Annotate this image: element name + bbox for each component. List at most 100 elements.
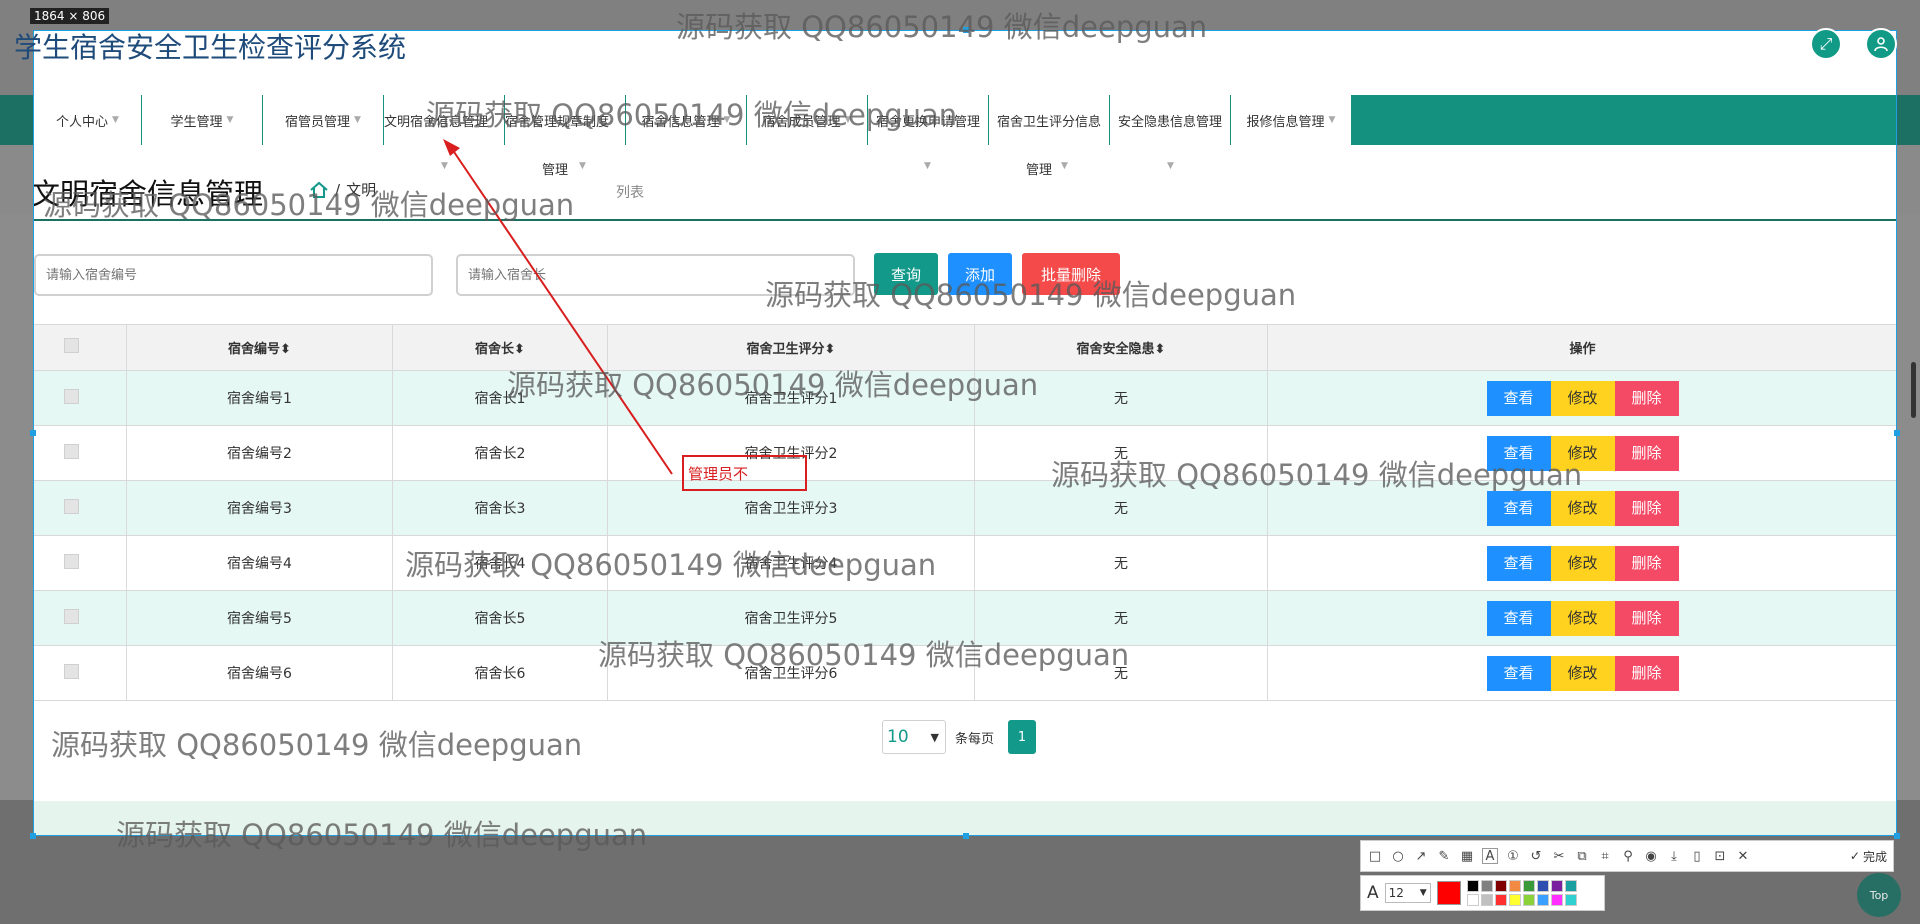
color-swatch[interactable]	[1550, 880, 1563, 892]
delete-button[interactable]: 删除	[1614, 490, 1679, 526]
row-checkbox[interactable]	[64, 553, 79, 569]
edit-button[interactable]: 修改	[1550, 380, 1615, 416]
delete-button[interactable]: 删除	[1614, 545, 1679, 581]
ocr-tool-icon[interactable]: ⧉	[1574, 848, 1590, 864]
arrow-tool-icon[interactable]: ↗	[1413, 848, 1429, 864]
user-icon[interactable]	[1865, 28, 1897, 60]
table-row: 宿舍编号3 宿舍长3 宿舍卫生评分3 无查看 修改 删除	[34, 480, 1896, 536]
view-button[interactable]: 查看	[1486, 490, 1551, 526]
page-size-select[interactable]: 10 ▼	[882, 720, 946, 754]
col-dorm-no[interactable]: 宿舍编号⬍	[126, 324, 393, 371]
delete-button[interactable]: 删除	[1614, 435, 1679, 471]
current-color-swatch[interactable]	[1436, 881, 1461, 905]
download-icon[interactable]: ⤓	[1666, 848, 1682, 864]
color-swatch[interactable]	[1522, 894, 1535, 906]
color-swatch[interactable]	[1564, 880, 1577, 892]
edit-button[interactable]: 修改	[1550, 490, 1615, 526]
view-button[interactable]: 查看	[1486, 655, 1551, 691]
rectangle-tool-icon[interactable]: □	[1367, 848, 1383, 864]
number-tool-icon[interactable]: ①	[1505, 848, 1521, 864]
color-swatch[interactable]	[1480, 894, 1493, 906]
edit-button[interactable]: 修改	[1550, 655, 1615, 691]
mosaic-tool-icon[interactable]: ▦	[1459, 848, 1475, 864]
resize-handle[interactable]	[963, 27, 969, 33]
color-swatch[interactable]	[1494, 880, 1507, 892]
col-safety-hazard[interactable]: 宿舍安全隐患⬍	[974, 324, 1268, 371]
color-swatch[interactable]	[1522, 880, 1535, 892]
col-hygiene-score[interactable]: 宿舍卫生评分⬍	[607, 324, 975, 371]
delete-button[interactable]: 删除	[1614, 380, 1679, 416]
resize-handle[interactable]	[1894, 430, 1900, 436]
delete-button[interactable]: 删除	[1614, 655, 1679, 691]
row-checkbox[interactable]	[64, 388, 79, 404]
font-size-select[interactable]: 12 ▼	[1384, 883, 1431, 903]
edit-button[interactable]: 修改	[1550, 545, 1615, 581]
color-swatch[interactable]	[1508, 894, 1521, 906]
nav-item-dorm-change[interactable]: 宿舍更换申请管理	[868, 95, 989, 145]
long-screenshot-icon[interactable]: ▯	[1689, 848, 1705, 864]
color-swatch[interactable]	[1536, 880, 1549, 892]
fullscreen-icon[interactable]: ⤢	[1810, 28, 1842, 60]
close-icon[interactable]: ✕	[1735, 848, 1751, 864]
home-icon[interactable]	[309, 180, 329, 200]
text-tool-icon[interactable]: A	[1482, 848, 1498, 864]
capture-region[interactable]: 个人中心 ▼ 学生管理 ▼ 宿管员管理 ▼ 文明宿舍信息管理 宿舍管理规章制度 宿舍信…	[33, 30, 1897, 836]
color-swatch[interactable]	[1466, 880, 1479, 892]
edit-button[interactable]: 修改	[1550, 600, 1615, 636]
nav-item-dorm-rules[interactable]: 宿舍管理规章制度	[505, 95, 626, 145]
delete-button[interactable]: 删除	[1614, 600, 1679, 636]
color-swatch[interactable]	[1508, 880, 1521, 892]
color-swatch[interactable]	[1480, 880, 1493, 892]
color-swatch[interactable]	[1536, 894, 1549, 906]
nav-item-dorm-info[interactable]: 宿舍信息管理 ▼	[626, 95, 747, 145]
done-button[interactable]: ✓ 完成	[1850, 848, 1887, 865]
view-button[interactable]: 查看	[1486, 545, 1551, 581]
pin-tool-icon[interactable]: ✂	[1551, 848, 1567, 864]
color-swatch[interactable]	[1550, 894, 1563, 906]
ellipse-tool-icon[interactable]: ○	[1390, 848, 1406, 864]
dorm-no-search-input[interactable]	[34, 254, 433, 296]
row-checkbox[interactable]	[64, 443, 79, 459]
bookmark-icon[interactable]: ⊡	[1712, 848, 1728, 864]
annotation-text-box[interactable]: 管理员不	[682, 455, 807, 491]
page-number-current[interactable]: 1	[1008, 720, 1036, 754]
color-swatch[interactable]	[1494, 894, 1507, 906]
scrollbar-thumb[interactable]	[1911, 362, 1916, 418]
edit-button[interactable]: 修改	[1550, 435, 1615, 471]
resize-handle[interactable]	[30, 430, 36, 436]
translate-tool-icon[interactable]: ⌗	[1597, 848, 1613, 864]
view-button[interactable]: 查看	[1486, 435, 1551, 471]
select-all-checkbox[interactable]	[64, 338, 79, 353]
nav-item-safety-hazards[interactable]: 安全隐患信息管理	[1110, 95, 1231, 145]
back-to-top-button[interactable]: Top	[1857, 873, 1901, 917]
resize-handle[interactable]	[30, 833, 36, 839]
row-checkbox[interactable]	[64, 608, 79, 624]
view-button[interactable]: 查看	[1486, 380, 1551, 416]
nav-item-civilized-dorms[interactable]: 文明宿舍信息管理	[384, 95, 505, 145]
nav-item-repairs[interactable]: 报修信息管理 ▼	[1231, 95, 1352, 145]
resize-handle[interactable]	[963, 833, 969, 839]
bulk-delete-button[interactable]: 批量删除	[1022, 253, 1120, 295]
color-swatch[interactable]	[1564, 894, 1577, 906]
avatar-icon	[1874, 37, 1888, 52]
nav-item-dorm-members[interactable]: 宿舍成员管理 ▼	[747, 95, 868, 145]
add-button[interactable]: 添加	[948, 253, 1012, 295]
record-icon[interactable]: ◉	[1643, 848, 1659, 864]
dorm-head-search-input[interactable]	[456, 254, 855, 296]
undo-icon[interactable]: ↺	[1528, 848, 1544, 864]
resize-handle[interactable]	[1894, 833, 1900, 839]
nav-item-dorm-managers[interactable]: 宿管员管理 ▼	[263, 95, 384, 145]
nav-item-personal-center[interactable]: 个人中心 ▼	[34, 95, 142, 145]
cell-actions: 查看 修改 删除	[1267, 645, 1896, 701]
row-select-cell	[34, 645, 127, 701]
row-checkbox[interactable]	[64, 663, 79, 679]
pen-tool-icon[interactable]: ✎	[1436, 848, 1452, 864]
row-checkbox[interactable]	[64, 498, 79, 514]
nav-item-students[interactable]: 学生管理 ▼	[142, 95, 263, 145]
view-button[interactable]: 查看	[1486, 600, 1551, 636]
nav-item-hygiene-scores[interactable]: 宿舍卫生评分信息	[989, 95, 1110, 145]
color-swatch[interactable]	[1466, 894, 1479, 906]
col-dorm-head[interactable]: 宿舍长⬍	[392, 324, 608, 371]
pin-screen-icon[interactable]: ⚲	[1620, 848, 1636, 864]
query-button[interactable]: 查询	[874, 253, 938, 295]
